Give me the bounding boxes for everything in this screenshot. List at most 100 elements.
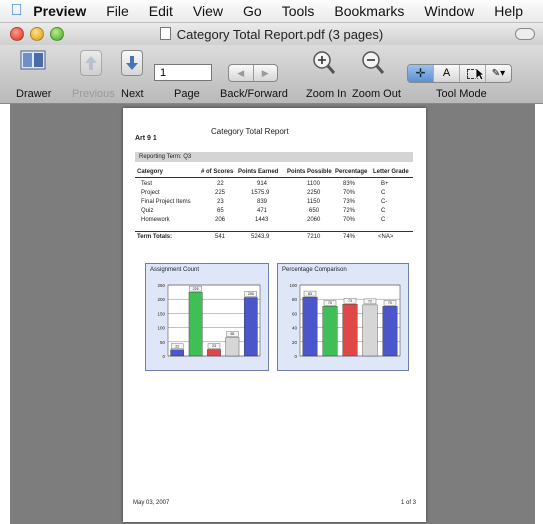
term-bar: Reporting Term: Q3 (135, 152, 413, 162)
forward-button[interactable]: ▶ (254, 65, 278, 81)
cell: Final Project Items (141, 199, 191, 205)
report-title: Category Total Report (211, 127, 289, 136)
arrow-up-icon (85, 56, 97, 70)
bar (170, 349, 185, 357)
cell: Quiz (141, 208, 154, 214)
toolbar-toggle-button[interactable] (515, 28, 535, 40)
zoom-out-label: Zoom Out (352, 88, 401, 100)
menu-tools[interactable]: Tools (282, 3, 315, 19)
cell: 1150 (307, 199, 320, 205)
menu-view[interactable]: View (193, 3, 223, 19)
table-row: Final Project Items 23 839 1150 73% C- (135, 198, 413, 207)
assignment-count-plot: 0 50 100 150 200 250 22 225 23 65 206 (157, 283, 261, 359)
pencil-icon: ✎▾ (491, 68, 506, 79)
back-button[interactable]: ◀ (229, 65, 254, 81)
move-tool-button[interactable]: ✛ (408, 65, 433, 82)
col-earned: Points Earned (238, 169, 279, 175)
menu-help[interactable]: Help (494, 3, 523, 19)
cell: 914 (257, 181, 268, 187)
table-header: Category # of Scores Points Earned Point… (135, 168, 413, 178)
previous-label: Previous (72, 88, 115, 100)
y-tick-label: 0 (162, 354, 165, 359)
table-row: Project 225 1575.9 2250 70% C (135, 189, 413, 198)
cell: 1100 (307, 181, 320, 187)
class-name: Art 9 1 (135, 135, 157, 142)
bar (302, 296, 318, 357)
cell: 2060 (307, 217, 321, 223)
table-row: Quiz 65 471 650 72% C (135, 207, 413, 216)
cell: 70% (343, 190, 356, 196)
col-category: Category (137, 169, 164, 175)
y-tick-label: 0 (294, 354, 297, 359)
menu-bookmarks[interactable]: Bookmarks (334, 3, 404, 19)
menu-go[interactable]: Go (243, 3, 262, 19)
text-tool-icon: A (442, 67, 451, 79)
totals-cell: 74% (343, 234, 356, 240)
y-tick-label: 40 (292, 326, 298, 331)
data-label: 206 (248, 292, 254, 296)
annotate-tool-button[interactable]: ✎▾ (485, 65, 511, 82)
cell: 2250 (307, 190, 321, 196)
data-label: 65 (230, 332, 234, 336)
cell: Homework (141, 217, 170, 223)
y-tick-label: 200 (157, 297, 165, 302)
menu-edit[interactable]: Edit (149, 3, 173, 19)
window-title-text: Category Total Report.pdf (3 pages) (176, 26, 384, 42)
bar (342, 303, 358, 357)
document-icon (159, 26, 171, 40)
data-label: 72 (368, 300, 372, 304)
page-number-field[interactable]: 1 (154, 64, 212, 81)
toolbar: Drawer Previous Next 1 Page ◀ ▶ Back/For… (0, 45, 543, 104)
pdf-page[interactable]: Category Total Report Art 9 1 Reporting … (123, 108, 426, 522)
zoom-in-icon (313, 51, 336, 74)
arrow-down-icon (126, 56, 138, 70)
totals-cell: 541 (215, 234, 226, 240)
data-label: 23 (212, 344, 216, 348)
bar (322, 306, 338, 357)
data-label: 73 (348, 299, 352, 303)
drawer-button[interactable] (20, 49, 46, 71)
triangle-left-icon: ◀ (237, 68, 245, 78)
totals-cell: <NA> (378, 234, 394, 240)
menu-file[interactable]: File (106, 3, 129, 19)
footer-page: 1 of 3 (401, 500, 417, 506)
window-titlebar[interactable]: Category Total Report.pdf (3 pages) (0, 23, 543, 45)
zoom-in-label: Zoom In (306, 88, 347, 100)
cell: 206 (215, 217, 226, 223)
page-label: Page (174, 88, 200, 100)
back-forward-label: Back/Forward (220, 88, 288, 100)
menu-window[interactable]: Window (424, 3, 474, 19)
totals-label: Term Totals: (137, 234, 173, 240)
previous-button[interactable] (80, 50, 102, 76)
move-icon: ✛ (415, 66, 426, 80)
drawer-label: Drawer (16, 88, 52, 100)
bar (225, 337, 240, 357)
cell: C (381, 217, 386, 223)
drawer-icon (20, 50, 46, 70)
y-tick-label: 100 (289, 283, 297, 288)
cell: 225 (215, 190, 226, 196)
zoom-in-button[interactable] (311, 49, 337, 77)
data-label: 70 (388, 301, 392, 305)
data-label: 225 (193, 287, 199, 291)
bar (243, 297, 258, 357)
percentage-comparison-chart: Percentage Comparison 0 20 40 60 80 100 83 70 73… (277, 263, 409, 371)
apple-menu-icon[interactable]:  (0, 2, 33, 20)
col-grade: Letter Grade (373, 169, 409, 175)
cell: 83% (343, 181, 356, 187)
y-tick-label: 100 (157, 326, 165, 331)
back-forward-control: ◀ ▶ (228, 64, 278, 82)
next-button[interactable] (121, 50, 143, 76)
y-tick-label: 150 (157, 311, 165, 316)
text-tool-button[interactable]: A (433, 65, 459, 82)
totals-cell: 5243.9 (251, 234, 270, 240)
cell: 73% (343, 199, 356, 205)
zoom-out-button[interactable] (360, 49, 386, 77)
cell: 65 (217, 208, 224, 214)
totals-cell: 7210 (307, 234, 321, 240)
table-body: Test 22 914 1100 83% B+ Project 225 1575… (135, 180, 413, 232)
bar (362, 304, 378, 357)
menu-app-name[interactable]: Preview (33, 3, 86, 19)
y-tick-label: 20 (292, 340, 298, 345)
cell: C (381, 190, 386, 196)
